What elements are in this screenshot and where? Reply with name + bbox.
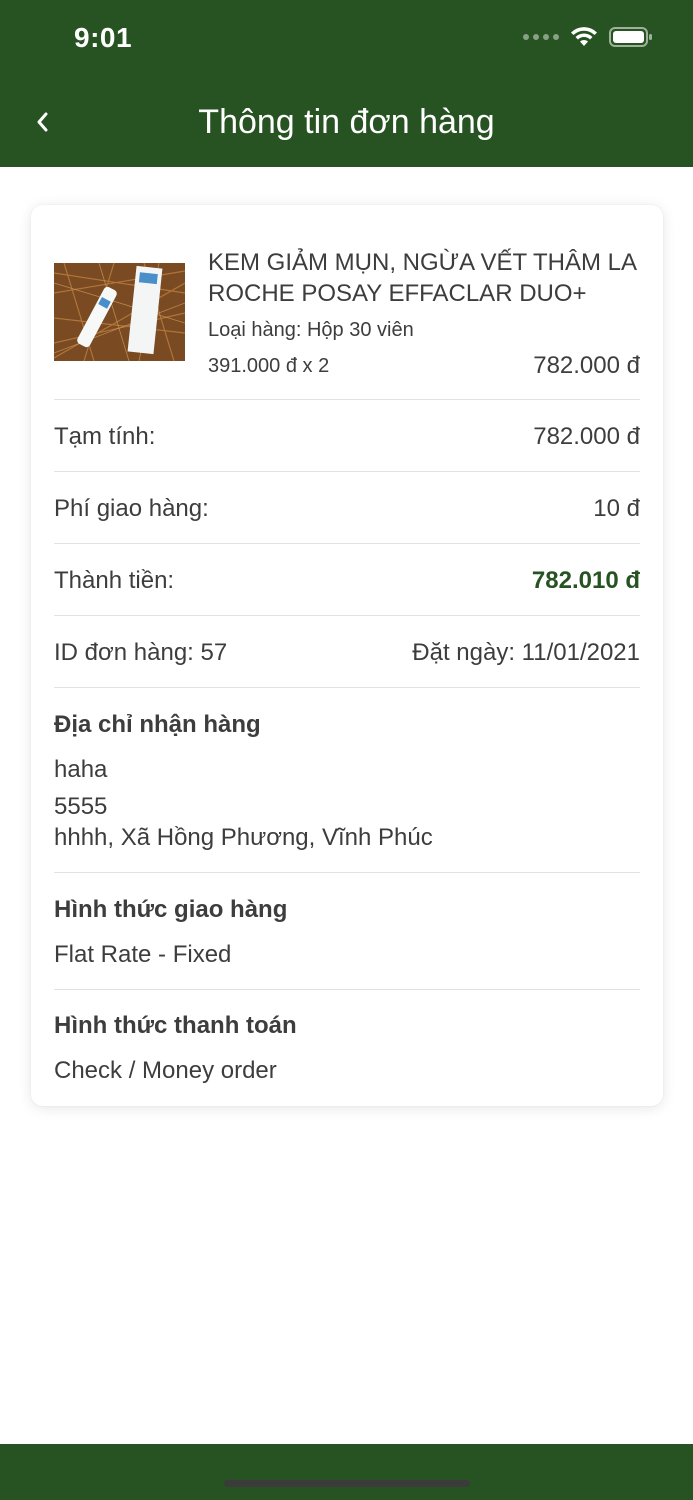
product-name: KEM GIẢM MỤN, NGỪA VẾT THÂM LA ROCHE POS… — [208, 249, 636, 307]
battery-icon — [609, 27, 652, 47]
divider — [54, 615, 640, 616]
payment-method-title: Hình thức thanh toán — [54, 1012, 297, 1039]
product-price-quantity: 391.000 đ x 2 — [208, 355, 330, 377]
subtotal-label: Tạm tính: — [54, 423, 156, 450]
product-image — [54, 263, 185, 361]
shipping-fee-value: 10 đ — [593, 495, 640, 522]
address-title: Địa chỉ nhận hàng — [54, 711, 261, 738]
total-value: 782.010 đ — [531, 567, 640, 594]
divider — [54, 687, 640, 688]
order-meta-row: ID đơn hàng: 57 Đặt ngày: 11/01/2021 — [54, 639, 640, 669]
divider — [54, 471, 640, 472]
address-location: hhhh, Xã Hồng Phương, Vĩnh Phúc — [54, 824, 433, 851]
shipping-fee-label: Phí giao hàng: — [54, 495, 209, 522]
subtotal-row: Tạm tính: 782.000 đ — [54, 423, 640, 453]
address-name: haha — [54, 756, 108, 783]
payment-method-value: Check / Money order — [54, 1057, 277, 1084]
divider — [54, 989, 640, 990]
shipping-fee-row: Phí giao hàng: 10 đ — [54, 495, 640, 525]
bottom-bar — [0, 1444, 693, 1500]
address-phone: 5555 — [54, 793, 108, 820]
order-id: ID đơn hàng: 57 — [54, 639, 228, 666]
order-card: KEM GIẢM MỤN, NGỪA VẾT THÂM LA ROCHE POS… — [31, 205, 663, 1106]
total-label: Thành tiền: — [54, 567, 175, 594]
divider — [54, 543, 640, 544]
page-title: Thông tin đơn hàng — [198, 103, 495, 141]
total-row: Thành tiền: 782.010 đ — [54, 567, 640, 597]
order-detail-screen: 9:01 Thông tin đơn hàng KEM GIẢM MỤN, NG… — [0, 0, 693, 1500]
divider — [54, 872, 640, 873]
divider — [54, 399, 640, 400]
subtotal-value: 782.000 đ — [533, 423, 640, 450]
home-indicator[interactable] — [224, 1480, 470, 1487]
product-line-total: 782.000 đ — [533, 352, 640, 379]
shipping-method-value: Flat Rate - Fixed — [54, 941, 232, 968]
shipping-method-title: Hình thức giao hàng — [54, 896, 288, 923]
status-time: 9:01 — [74, 22, 133, 53]
header-bar: 9:01 Thông tin đơn hàng — [0, 0, 693, 167]
status-icons — [523, 26, 653, 48]
order-date: Đặt ngày: 11/01/2021 — [412, 639, 640, 666]
product-item[interactable]: KEM GIẢM MỤN, NGỪA VẾT THÂM LA ROCHE POS… — [54, 243, 640, 399]
wifi-icon — [571, 27, 597, 46]
signal-icon — [523, 34, 559, 40]
product-variant: Loại hàng: Hộp 30 viên — [208, 319, 414, 341]
